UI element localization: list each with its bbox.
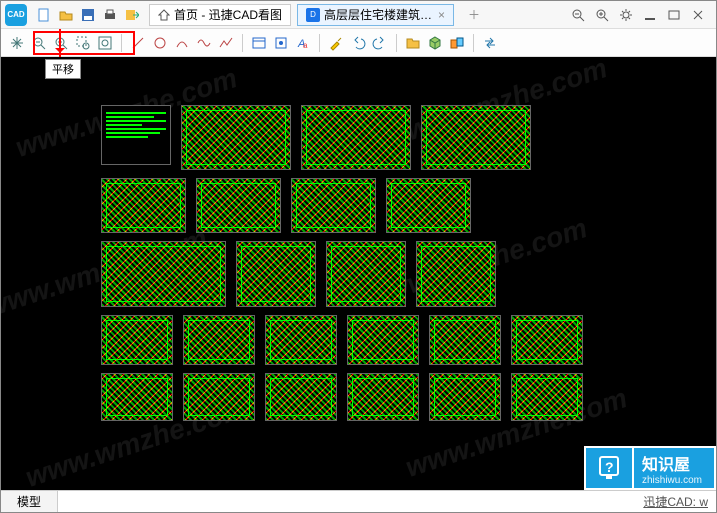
drawing-thumb[interactable]	[301, 105, 411, 170]
app-window: CAD 首页 - 迅捷CAD看图 D 高层层住宅楼建筑… × ＋	[0, 0, 717, 513]
line-icon[interactable]	[128, 33, 148, 53]
drawing-thumb[interactable]	[326, 241, 406, 307]
dwg-file-icon: D	[306, 8, 320, 22]
tab-home[interactable]: 首页 - 迅捷CAD看图	[149, 4, 291, 26]
model-tab[interactable]: 模型	[1, 491, 58, 512]
drawing-thumbnails	[101, 105, 583, 421]
drawing-thumb[interactable]	[101, 178, 186, 233]
folder-icon[interactable]	[403, 33, 423, 53]
wave-icon[interactable]	[194, 33, 214, 53]
gear-icon[interactable]	[618, 7, 634, 23]
open-icon[interactable]	[58, 7, 74, 23]
drawing-thumb[interactable]	[291, 178, 376, 233]
status-link-label: 迅捷CAD: w	[643, 495, 708, 509]
drawing-thumb[interactable]	[386, 178, 471, 233]
plus-icon: ＋	[466, 6, 482, 23]
snap-icon[interactable]	[271, 33, 291, 53]
pan-icon[interactable]	[7, 33, 27, 53]
magnify-minus-icon[interactable]	[570, 7, 586, 23]
drawing-thumb[interactable]	[511, 315, 583, 365]
zoom-window-icon[interactable]	[73, 33, 93, 53]
toolbar: Aa	[1, 29, 716, 57]
text-tool-icon[interactable]: Aa	[293, 33, 313, 53]
drawing-thumb[interactable]	[236, 241, 316, 307]
close-tab-icon[interactable]: ×	[438, 8, 445, 22]
drawing-thumb[interactable]	[101, 373, 173, 421]
minimize-icon[interactable]	[642, 7, 658, 23]
layer-icon[interactable]	[249, 33, 269, 53]
drawing-thumb[interactable]	[183, 315, 255, 365]
pipette-icon[interactable]	[326, 33, 346, 53]
window-controls	[570, 7, 712, 23]
tooltip-label: 平移	[52, 64, 74, 76]
tab-file-label: 高层层住宅楼建筑…	[324, 6, 432, 23]
new-tab-button[interactable]: ＋	[460, 4, 488, 26]
arc-icon[interactable]	[172, 33, 192, 53]
redo-icon[interactable]	[370, 33, 390, 53]
drawing-thumb[interactable]	[416, 241, 496, 307]
drawing-thumb[interactable]	[196, 178, 281, 233]
drawing-thumb[interactable]	[265, 315, 337, 365]
brand-subtitle: zhishiwu.com	[642, 475, 702, 486]
svg-text:a: a	[303, 41, 308, 50]
drawing-thumb[interactable]	[511, 373, 583, 421]
model-tab-label: 模型	[17, 493, 41, 510]
titlebar: CAD 首页 - 迅捷CAD看图 D 高层层住宅楼建筑… × ＋	[1, 1, 716, 29]
drawing-canvas[interactable]: www.wmzhe.com www.wmzhe.com www.wmzhe.co…	[1, 57, 716, 490]
zoom-out-icon[interactable]	[29, 33, 49, 53]
zoom-extents-icon[interactable]	[95, 33, 115, 53]
app-logo: CAD	[5, 4, 27, 26]
polyline-icon[interactable]	[216, 33, 236, 53]
drawing-thumb[interactable]	[429, 315, 501, 365]
drawing-thumb[interactable]	[181, 105, 291, 170]
drawing-thumb[interactable]	[101, 315, 173, 365]
annotation-arrow	[59, 29, 61, 57]
magnify-plus-icon[interactable]	[594, 7, 610, 23]
save-icon[interactable]	[80, 7, 96, 23]
separator	[473, 34, 474, 52]
drawing-thumb[interactable]	[183, 373, 255, 421]
separator	[242, 34, 243, 52]
cube-icon[interactable]	[425, 33, 445, 53]
separator	[396, 34, 397, 52]
tab-home-label: 首页 - 迅捷CAD看图	[174, 6, 282, 23]
drawing-thumb[interactable]	[101, 241, 226, 307]
brand-title: 知识屋	[642, 451, 702, 475]
tab-file[interactable]: D 高层层住宅楼建筑… ×	[297, 4, 454, 26]
brand-badge[interactable]: ? 知识屋 zhishiwu.com	[584, 446, 716, 490]
separator	[319, 34, 320, 52]
maximize-icon[interactable]	[666, 7, 682, 23]
status-link[interactable]: 迅捷CAD: w	[643, 493, 716, 510]
drawing-thumb[interactable]	[347, 373, 419, 421]
close-icon[interactable]	[690, 7, 706, 23]
separator	[121, 34, 122, 52]
drawing-thumb[interactable]	[265, 373, 337, 421]
new-icon[interactable]	[36, 7, 52, 23]
tooltip-pan: 平移	[45, 59, 81, 79]
group-icon[interactable]	[447, 33, 467, 53]
export-icon[interactable]	[124, 7, 140, 23]
transfer-icon[interactable]	[480, 33, 500, 53]
question-icon: ?	[584, 446, 632, 490]
drawing-thumb[interactable]	[429, 373, 501, 421]
statusbar: 模型 迅捷CAD: w	[1, 490, 716, 512]
drawing-thumb[interactable]	[101, 105, 171, 165]
home-icon	[158, 9, 170, 21]
brand-text: 知识屋 zhishiwu.com	[632, 446, 716, 490]
drawing-thumb[interactable]	[347, 315, 419, 365]
circle-icon[interactable]	[150, 33, 170, 53]
undo-icon[interactable]	[348, 33, 368, 53]
svg-text:?: ?	[605, 459, 614, 475]
print-icon[interactable]	[102, 7, 118, 23]
drawing-thumb[interactable]	[421, 105, 531, 170]
